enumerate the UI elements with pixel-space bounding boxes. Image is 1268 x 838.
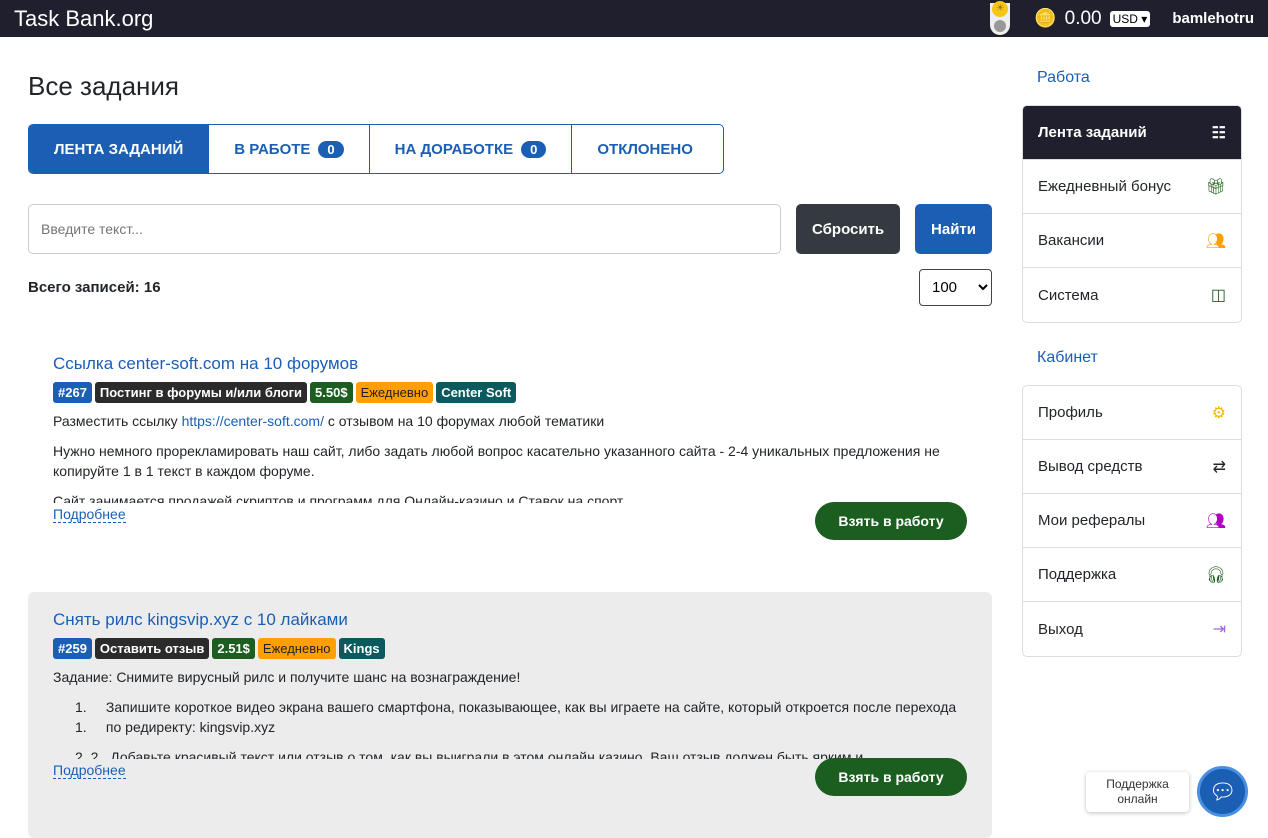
theme-toggle[interactable]: ☀ — [990, 0, 1011, 35]
username[interactable]: bamlehotru — [1172, 10, 1254, 27]
owner-badge: Kings — [338, 638, 385, 659]
take-task-button[interactable]: Взять в работу — [815, 758, 967, 796]
tab-feed[interactable]: ЛЕНТА ЗАДАНИЙ — [29, 125, 210, 173]
sun-icon: ☀ — [992, 0, 1009, 17]
logo[interactable]: Task Bank.org — [14, 6, 153, 32]
list-item: 1. 1. Запишите короткое видео экрана ваше… — [75, 697, 967, 737]
chat-icon: 💬︎ — [1208, 778, 1237, 804]
category-badge: Постинг в форумы и/или блоги — [94, 382, 308, 403]
task-title[interactable]: Ссылка center-soft.com на 10 форумов — [53, 354, 967, 374]
count-badge: 0 — [521, 140, 547, 158]
more-link[interactable]: Подробнее — [53, 506, 126, 523]
cabinet-section-title: Кабинет — [1037, 349, 1098, 366]
page-title: Все задания — [28, 71, 179, 101]
chat-label[interactable]: Поддержка онлайн — [1086, 772, 1189, 812]
item-text: Добавьте красивый текст или отзыв о том,… — [110, 749, 864, 759]
per-page-select[interactable]: 100 — [919, 269, 992, 306]
more-link[interactable]: Подробнее — [53, 762, 126, 779]
sidebar: Работа Лента заданий ☷ Ежедневный бонус 🎁︎… — [1022, 37, 1242, 657]
sidebar-item-label: Поддержка — [1038, 566, 1117, 583]
desc-link[interactable]: https://center-soft.com/ — [182, 413, 324, 429]
item-number: 2. 2. — [75, 749, 103, 759]
item-text: Запишите короткое видео экрана вашего см… — [105, 699, 957, 735]
chat-button[interactable]: 💬︎ — [1197, 766, 1248, 817]
work-section-title: Работа — [1037, 69, 1090, 86]
sidebar-item-label: Лента заданий — [1038, 124, 1147, 141]
sidebar-item-withdraw[interactable]: Вывод средств ⇄ — [1023, 440, 1241, 494]
tabs: ЛЕНТА ЗАДАНИЙ В РАБОТЕ 0 НА ДОРАБОТКЕ 0 ОТ… — [28, 124, 724, 174]
take-task-button[interactable]: Взять в работу — [815, 502, 967, 540]
currency-select[interactable]: USD ▾ — [1109, 10, 1151, 27]
sidebar-item-system[interactable]: Система ◫ — [1023, 268, 1241, 322]
desc-paragraph: Нужно немного прорекламировать наш сайт,… — [53, 443, 940, 479]
price-badge: 2.51$ — [212, 638, 255, 659]
sidebar-item-logout[interactable]: Выход ⇥ — [1023, 602, 1241, 656]
money-icon: ⇄ — [1212, 458, 1226, 476]
main-content: Все задания ЛЕНТА ЗАДАНИЙ В РАБОТЕ 0 НА Д… — [28, 37, 992, 838]
total-count: Всего записей: 16 — [28, 279, 161, 296]
sidebar-item-label: Профиль — [1038, 404, 1103, 421]
tab-label: ЛЕНТА ЗАДАНИЙ — [54, 140, 184, 158]
sidebar-item-bonus[interactable]: Ежедневный бонус 🎁︎ — [1023, 160, 1241, 214]
sidebar-item-support[interactable]: Поддержка 🎧︎ — [1023, 548, 1241, 602]
task-description: Разместить ссылку https://center-soft.co… — [53, 411, 967, 503]
tab-label: НА ДОРАБОТКЕ — [394, 140, 514, 158]
sidebar-item-label: Система — [1038, 286, 1099, 304]
headset-icon: 🎧︎ — [1205, 566, 1226, 584]
task-id-badge: #267 — [53, 382, 92, 403]
sidebar-item-label: Мои рефералы — [1038, 512, 1146, 529]
layout-icon: ◫ — [1210, 287, 1226, 304]
sidebar-item-label: Вакансии — [1038, 232, 1105, 249]
desc-text: с отзывом на 10 форумах любой тематики — [323, 413, 605, 429]
count-badge: 0 — [318, 140, 344, 158]
balance: 0.00 — [1064, 7, 1102, 29]
tab-revision[interactable]: НА ДОРАБОТКЕ 0 — [370, 125, 573, 173]
tab-in-progress[interactable]: В РАБОТЕ 0 — [209, 125, 370, 173]
users-icon: 👥︎ — [1205, 232, 1226, 250]
tab-label: ОТКЛОНЕНО — [597, 140, 693, 158]
category-badge: Оставить отзыв — [94, 638, 210, 659]
desc-text: Разместить ссылку — [53, 413, 182, 429]
sidebar-item-label: Выход — [1038, 620, 1083, 638]
owner-badge: Center Soft — [436, 382, 517, 403]
sidebar-item-profile[interactable]: Профиль ⚙ — [1023, 386, 1241, 440]
reset-button[interactable]: Сбросить — [796, 204, 900, 254]
sidebar-item-vacancies[interactable]: Вакансии 👥︎ — [1023, 214, 1241, 268]
task-title[interactable]: Снять рилс kingsvip.xyz с 10 лайками — [53, 610, 967, 630]
task-id-badge: #259 — [53, 638, 92, 659]
find-button[interactable]: Найти — [915, 204, 992, 254]
tab-rejected[interactable]: ОТКЛОНЕНО — [572, 125, 718, 173]
toggle-knob — [994, 19, 1007, 32]
gift-icon: 🎁︎ — [1205, 178, 1226, 196]
desc-paragraph: Задание: Снимите вирусный рилс и получит… — [53, 669, 521, 685]
search-input[interactable] — [28, 204, 781, 254]
task-card: Ссылка center-soft.com на 10 форумов #26… — [28, 336, 992, 582]
coins-icon: 🪙 — [1034, 8, 1057, 28]
price-badge: 5.50$ — [310, 382, 353, 403]
sidebar-item-label: Вывод средств — [1038, 458, 1143, 475]
sidebar-item-feed[interactable]: Лента заданий ☷ — [1023, 106, 1241, 160]
currency-value: USD — [1112, 11, 1138, 26]
task-card: Снять рилс kingsvip.xyz с 10 лайками #25… — [28, 592, 992, 838]
gear-icon: ⚙ — [1211, 404, 1226, 422]
frequency-badge: Ежедневно — [257, 638, 336, 659]
sidebar-item-label: Ежедневный бонус — [1038, 178, 1172, 195]
desc-paragraph: Сайт занимается продажей скриптов и прог… — [53, 493, 624, 503]
sidebar-item-referrals[interactable]: Мои рефералы 👥︎ — [1023, 494, 1241, 548]
top-bar: Task Bank.org ☀ 🪙 0.00 USD ▾ bamlehotru — [0, 0, 1268, 37]
frequency-badge: Ежедневно — [355, 382, 434, 403]
logout-icon: ⇥ — [1212, 621, 1226, 638]
tasks-icon: ☷ — [1211, 124, 1226, 142]
item-number: 1. 1. — [75, 699, 87, 735]
task-description: Задание: Снимите вирусный рилс и получит… — [53, 667, 967, 759]
tab-label: В РАБОТЕ — [234, 140, 311, 158]
users-icon: 👥︎ — [1205, 512, 1226, 530]
